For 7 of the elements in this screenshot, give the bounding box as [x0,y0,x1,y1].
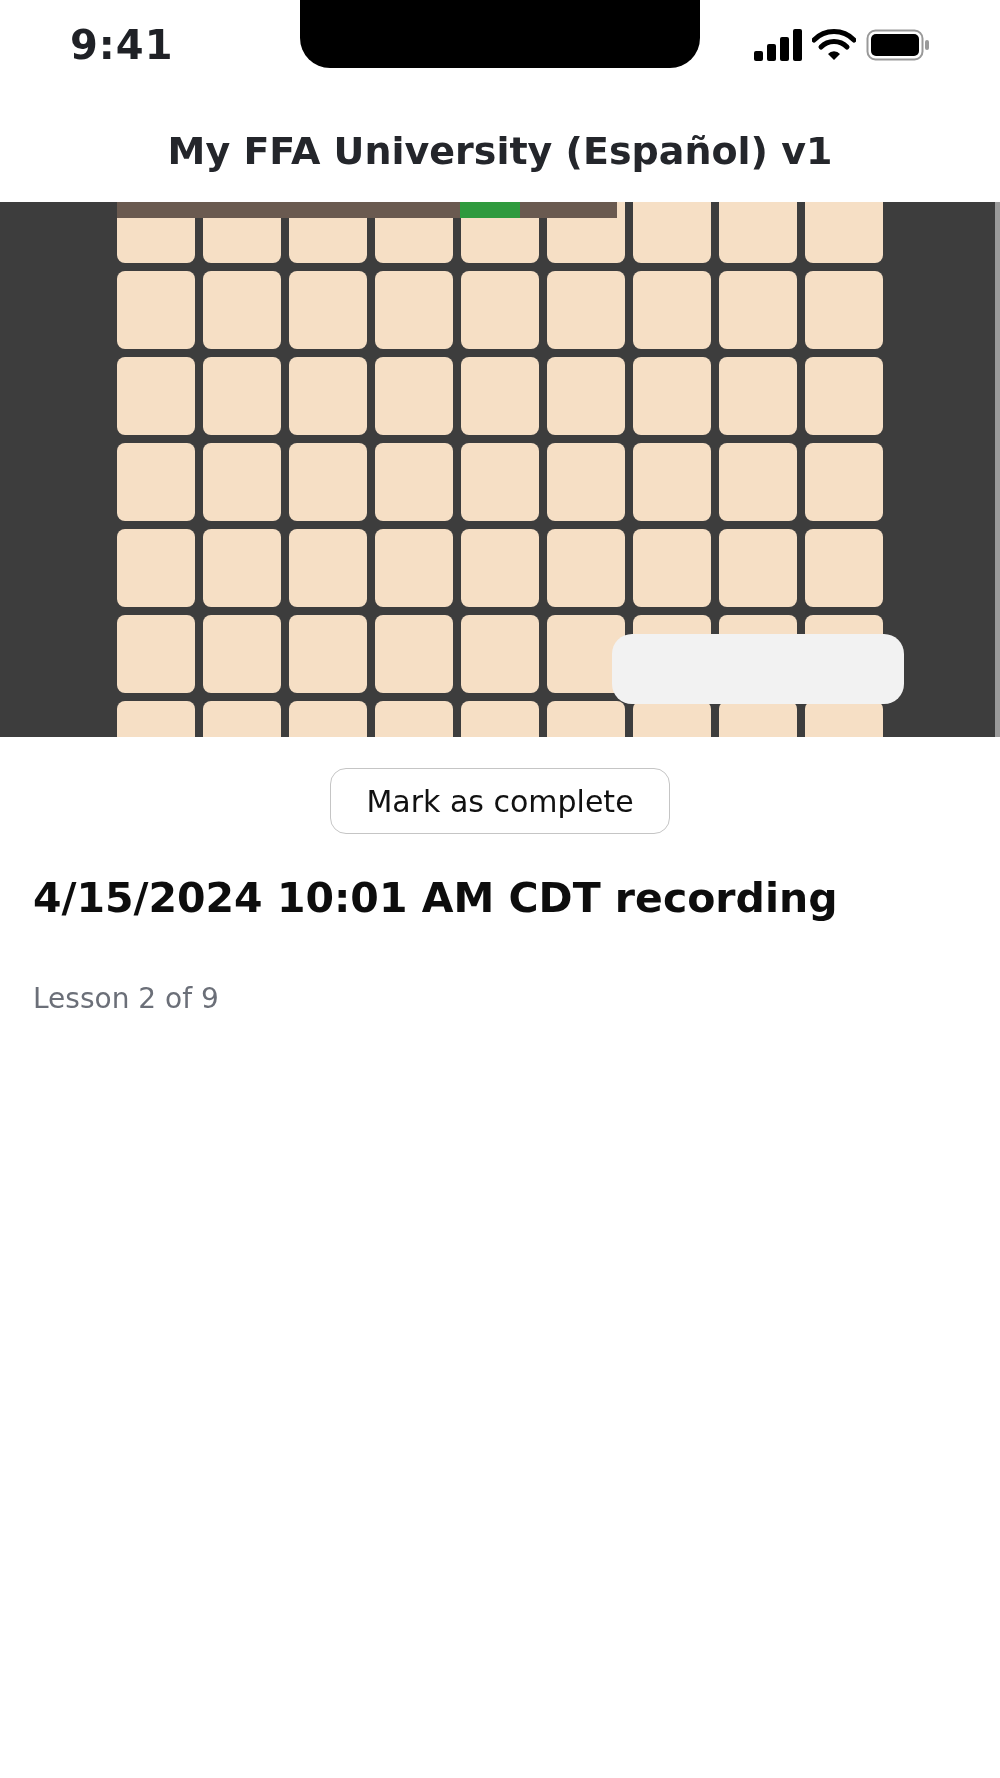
signal-icon [754,29,802,61]
page-title: My FFA University (Español) v1 [167,129,833,173]
battery-icon [866,29,930,61]
wifi-icon [812,29,856,61]
status-time: 9:41 [70,22,174,68]
mark-complete-button[interactable]: Mark as complete [330,768,670,834]
lesson-title: 4/15/2024 10:01 AM CDT recording [33,874,839,922]
